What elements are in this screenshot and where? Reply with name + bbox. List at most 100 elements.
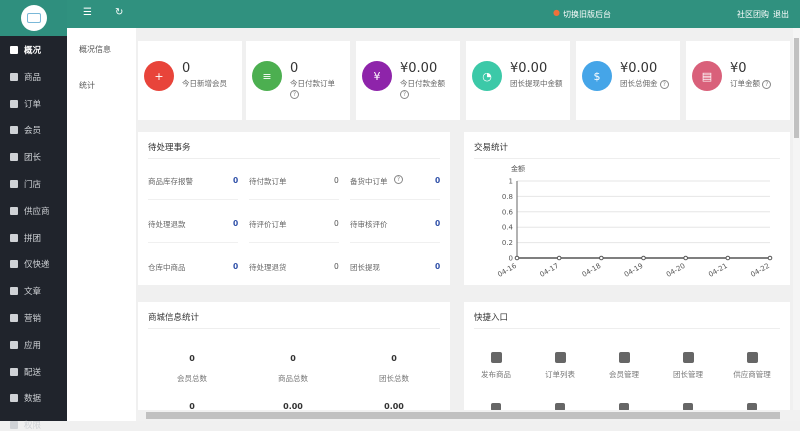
- order-icon: [10, 99, 18, 108]
- sidebar-item-label: 拼团: [24, 233, 42, 244]
- logo[interactable]: [20, 5, 47, 31]
- quick-entry-item[interactable]: 团长管理: [656, 352, 720, 380]
- pending-item-value[interactable]: 0: [334, 262, 339, 271]
- sidebar-item-11[interactable]: 应用: [10, 339, 41, 351]
- pending-item-value[interactable]: 0: [435, 176, 440, 185]
- x-tick-label: 04-22: [749, 262, 771, 279]
- permission-icon: [10, 421, 18, 430]
- stat-label: 团长提现中金额: [510, 79, 566, 89]
- shop-stat: 0 商品总数: [253, 354, 333, 384]
- stat-label: 今日付款订单 ?: [290, 79, 346, 99]
- quick-entry-item[interactable]: 发布商品: [464, 352, 528, 380]
- sidebar-item-4[interactable]: 团长: [10, 151, 41, 163]
- subnav-stats[interactable]: 统计: [79, 80, 95, 91]
- stat-value: ¥0: [730, 61, 747, 76]
- help-icon[interactable]: ?: [394, 175, 403, 184]
- pending-item-label[interactable]: 备货中订单: [350, 176, 388, 187]
- y-tick-label: 0.4: [502, 224, 514, 232]
- pending-item-label[interactable]: 待处理退货: [249, 262, 287, 273]
- vertical-scrollbar[interactable]: [793, 28, 800, 410]
- pending-item-value[interactable]: 0: [233, 262, 238, 271]
- quick-entry-item[interactable]: 会员管理: [592, 352, 656, 380]
- barcode-icon: [490, 352, 502, 363]
- help-icon[interactable]: ?: [290, 90, 299, 99]
- stat-label: 团长总佣金 ?: [620, 79, 676, 89]
- data-point[interactable]: [514, 255, 520, 261]
- y-tick-label: 0: [509, 255, 513, 263]
- logout-link[interactable]: 退出: [773, 9, 789, 20]
- quick-entry-item[interactable]: 供应商管理: [720, 352, 784, 380]
- sidebar-item-1[interactable]: 商品: [10, 71, 41, 83]
- sidebar-item-5[interactable]: 门店: [10, 178, 41, 190]
- quick-entry-label: 供应商管理: [733, 370, 771, 379]
- pending-item-value[interactable]: 0: [233, 176, 238, 185]
- sidebar-item-2[interactable]: 订单: [10, 98, 41, 110]
- sub-nav: 概况信息 统计: [67, 28, 136, 421]
- menu-toggle-icon[interactable]: ☰: [83, 7, 92, 18]
- panel-title: 快捷入口: [474, 313, 509, 323]
- sidebar-item-8[interactable]: 仅快递: [10, 258, 50, 270]
- data-point[interactable]: [767, 255, 773, 261]
- shop-stat-label: 会员总数: [177, 374, 207, 383]
- x-tick-label: 04-20: [665, 262, 687, 279]
- horizontal-scrollbar[interactable]: [136, 410, 800, 421]
- stat-label: 今日新增会员: [182, 79, 238, 89]
- goods-icon: [10, 72, 18, 81]
- y-axis-label: 金额: [511, 164, 525, 173]
- refresh-icon[interactable]: ↻: [115, 7, 123, 18]
- sidebar-item-13[interactable]: 数据: [10, 392, 41, 404]
- pending-item-label[interactable]: 待付款订单: [249, 176, 287, 187]
- subnav-overview[interactable]: 概况信息: [79, 44, 111, 55]
- sidebar-item-9[interactable]: 文章: [10, 285, 41, 297]
- store-icon: [10, 180, 18, 188]
- pending-item-label[interactable]: 待处理退款: [148, 219, 186, 230]
- sidebar-item-10[interactable]: 营销: [10, 312, 41, 324]
- sidebar-item-12[interactable]: 配送: [10, 366, 41, 378]
- help-icon[interactable]: ?: [400, 90, 409, 99]
- sidebar-item-7[interactable]: 拼团: [10, 232, 41, 244]
- community-link[interactable]: 社区团购: [737, 9, 769, 20]
- supplier-icon: [10, 206, 18, 215]
- pending-item-label[interactable]: 仓库中商品: [148, 262, 186, 273]
- stat-value: ¥0.00: [510, 61, 548, 76]
- pending-item-value[interactable]: 0: [435, 262, 440, 271]
- y-tick-label: 1: [509, 178, 513, 186]
- pending-item-value[interactable]: 0: [435, 219, 440, 228]
- sidebar-item-6[interactable]: 供应商: [10, 205, 50, 217]
- switch-old-link[interactable]: 切换旧版后台: [563, 9, 611, 20]
- pending-item-label[interactable]: 团长提现: [350, 262, 380, 273]
- shop-stats-panel: 商城信息统计 0 会员总数 0 商品总数 0 团长总数 0 0.00 0.00: [138, 302, 450, 412]
- y-tick-label: 0.6: [502, 208, 514, 216]
- stat-label-text: 团长总佣金: [620, 79, 658, 88]
- data-point[interactable]: [556, 255, 562, 261]
- pending-item-label[interactable]: 商品库存报警: [148, 176, 193, 187]
- quick-entry-item[interactable]: 订单列表: [528, 352, 592, 380]
- stat-label: 订单金额 ?: [730, 79, 786, 89]
- x-tick-label: 04-18: [581, 262, 603, 279]
- shop-stat: 0 团长总数: [354, 354, 434, 384]
- pending-item-value[interactable]: 0: [334, 176, 339, 185]
- truck-icon: [746, 352, 758, 363]
- trade-chart: 金额 0 0.2 0.4 0.6 0.8 1 04-16 04-17 04-18 04-19 04-2…: [496, 164, 773, 279]
- sidebar-item-label: 会员: [24, 126, 42, 137]
- panel-title: 待处理事务: [148, 143, 191, 153]
- stat-icon: ◔: [472, 61, 502, 91]
- data-point[interactable]: [725, 255, 731, 261]
- sidebar-item-label: 商品: [24, 72, 42, 83]
- stat-icon: ▤: [692, 61, 722, 91]
- data-point[interactable]: [599, 255, 604, 261]
- sidebar-item-0[interactable]: 概况: [10, 44, 41, 56]
- help-icon[interactable]: ?: [762, 80, 772, 89]
- pending-item-label[interactable]: 待评价订单: [249, 219, 287, 230]
- pending-item-value[interactable]: 0: [233, 219, 238, 228]
- image-icon: [26, 13, 41, 23]
- y-tick-label: 0.2: [502, 239, 513, 247]
- help-icon[interactable]: ?: [659, 80, 669, 89]
- sidebar-item-label: 订单: [24, 99, 42, 110]
- pending-item-label[interactable]: 待审核评价: [350, 219, 388, 230]
- sidebar-item-3[interactable]: 会员: [10, 124, 41, 136]
- pending-item-value[interactable]: 0: [334, 219, 339, 228]
- top-bar: ☰ ↻ ● 切换旧版后台 社区团购 退出: [67, 0, 800, 28]
- data-point[interactable]: [641, 255, 646, 261]
- data-point[interactable]: [683, 255, 688, 261]
